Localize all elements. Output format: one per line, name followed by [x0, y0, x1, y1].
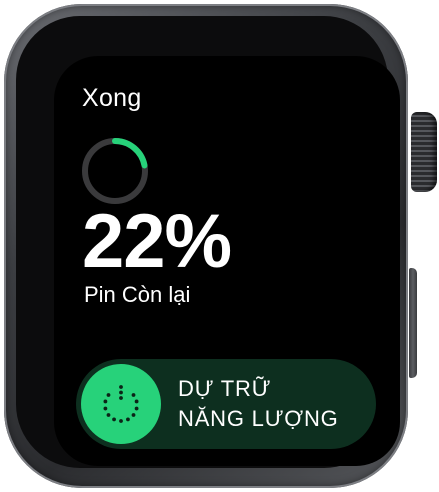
watch-screen: Xong 22% Pin Còn lại DỰ TRỮ NĂNG LƯỢNG: [54, 56, 400, 466]
power-reserve-label-line2: NĂNG LƯỢNG: [178, 406, 339, 431]
side-button[interactable]: [409, 268, 417, 378]
watch-bezel: Xong 22% Pin Còn lại DỰ TRỮ NĂNG LƯỢNG: [16, 16, 400, 468]
digital-crown[interactable]: [411, 112, 437, 192]
power-reserve-dot: [134, 406, 139, 411]
battery-percentage: 22%: [82, 199, 232, 284]
power-reserve-icon-container: [81, 364, 161, 444]
power-reserve-dot: [119, 419, 123, 423]
power-reserve-stem-dot: [119, 385, 123, 389]
power-reserve-dot: [131, 393, 136, 397]
battery-remaining-label: Pin Còn lại: [84, 282, 191, 307]
power-reserve-label: DỰ TRỮ NĂNG LƯỢNG: [178, 374, 339, 434]
battery-ring-icon: [82, 138, 148, 204]
power-reserve-button[interactable]: DỰ TRỮ NĂNG LƯỢNG: [76, 359, 376, 449]
power-reserve-label-line1: DỰ TRỮ: [178, 376, 272, 401]
power-reserve-icon: [103, 385, 139, 423]
power-reserve-stem-dot: [119, 396, 123, 400]
power-reserve-dot: [103, 399, 108, 404]
power-reserve-dot: [112, 417, 116, 422]
power-reserve-stem-dot: [119, 390, 123, 395]
power-reserve-dot: [134, 399, 139, 404]
power-reserve-dot: [126, 417, 130, 422]
power-reserve-dot: [131, 413, 136, 417]
power-reserve-dot: [103, 406, 108, 411]
power-reserve-dot: [106, 393, 111, 397]
power-reserve-dot: [106, 413, 111, 417]
done-button[interactable]: Xong: [82, 84, 142, 113]
